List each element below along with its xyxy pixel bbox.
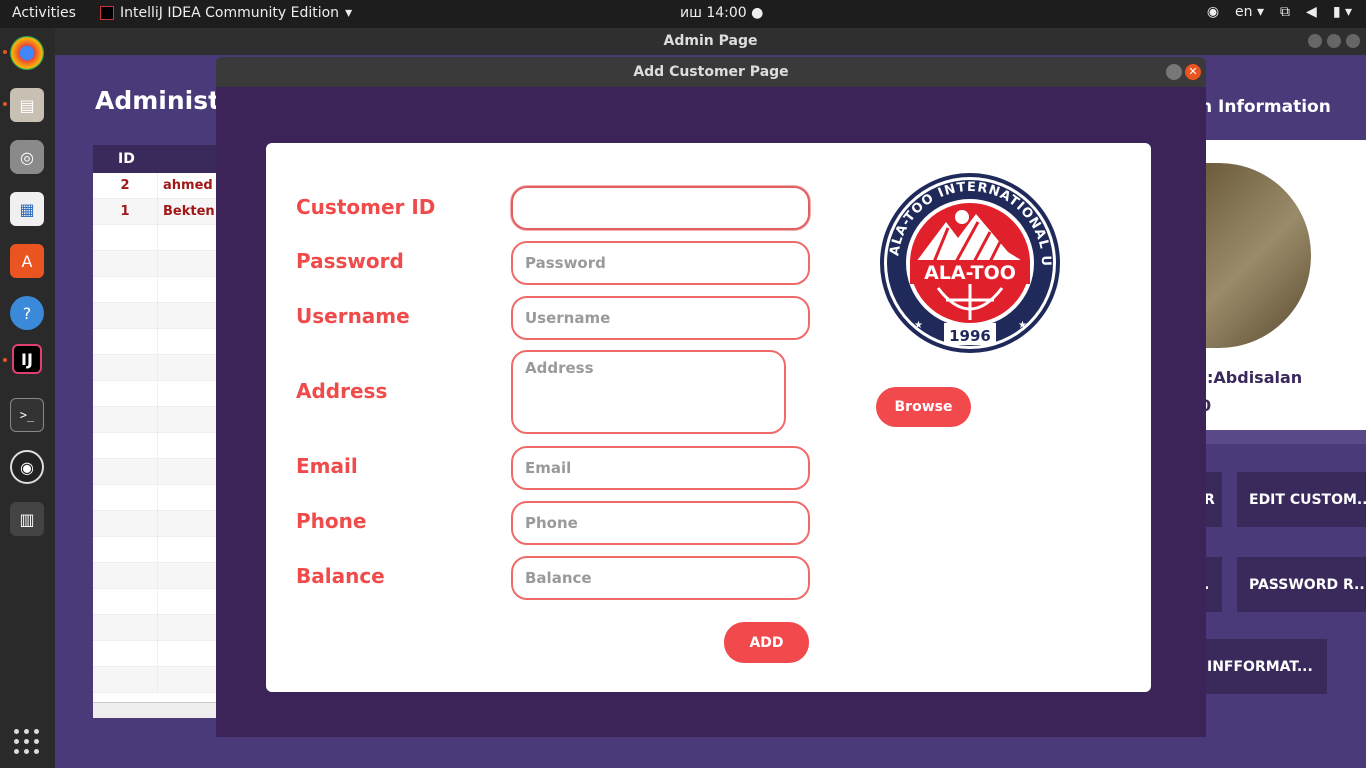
password-label: Password: [296, 249, 404, 273]
libreoffice-writer-icon[interactable]: ▦: [10, 192, 44, 226]
admin-information-title: n Information: [1200, 97, 1331, 117]
video-editor-icon[interactable]: ▥: [10, 502, 44, 536]
running-indicator: [3, 102, 7, 106]
table-row: [93, 303, 223, 329]
table-row: [93, 641, 223, 667]
maximize-icon[interactable]: [1327, 34, 1341, 48]
table-row: [93, 381, 223, 407]
table-row: [93, 563, 223, 589]
customers-table[interactable]: ID 2 ahmed 1 Bekten: [93, 145, 223, 718]
browse-button[interactable]: Browse: [876, 387, 971, 427]
username-label: Username: [296, 304, 410, 328]
table-row: [93, 225, 223, 251]
svg-text:1996: 1996: [949, 327, 991, 345]
edit-customer-button[interactable]: EDIT CUSTOM...: [1237, 472, 1366, 527]
admin-name: :Abdisalan: [1207, 368, 1303, 387]
cell-id: 2: [93, 173, 158, 198]
phone-label: Phone: [296, 509, 367, 533]
email-input[interactable]: Email: [511, 446, 810, 490]
table-row: [93, 459, 223, 485]
admin-heading: Administ: [95, 86, 221, 115]
chrome-icon[interactable]: [10, 36, 44, 70]
minimize-icon[interactable]: [1308, 34, 1322, 48]
university-logo: ALA-TOO INTERNATIONAL UNIVERSITY ALA-TOO…: [876, 170, 1062, 355]
help-icon[interactable]: ?: [10, 296, 44, 330]
intellij-small-icon: [100, 6, 114, 20]
admin-window-title: Admin Page: [663, 33, 758, 49]
obs-tray-icon[interactable]: ◉: [1207, 4, 1219, 20]
table-row: [93, 511, 223, 537]
activities-button[interactable]: Activities: [12, 5, 76, 21]
svg-text:★: ★: [914, 320, 923, 331]
balance-label: Balance: [296, 564, 385, 588]
cell-name: ahmed: [163, 178, 213, 193]
password-reset-button[interactable]: PASSWORD R...: [1237, 557, 1366, 612]
app-name: IntelliJ IDEA Community Edition: [120, 5, 340, 21]
dialog-title: Add Customer Page: [633, 64, 789, 80]
files-icon[interactable]: ▤: [10, 88, 44, 122]
table-header-id[interactable]: ID: [93, 145, 223, 173]
battery-icon[interactable]: ▮ ▾: [1333, 4, 1352, 20]
language-indicator[interactable]: en ▾: [1235, 4, 1264, 20]
customer-id-label: Customer ID: [296, 195, 436, 219]
table-row: [93, 615, 223, 641]
balance-input[interactable]: Balance: [511, 556, 810, 600]
dock: ▤ ◎ ▦ A ? IJ >_ ◉ ▥: [0, 28, 55, 768]
table-row: [93, 355, 223, 381]
clock[interactable]: иш 14:00 ●: [680, 5, 763, 21]
admin-window-titlebar: Admin Page: [55, 28, 1366, 55]
close-icon[interactable]: ✕: [1185, 64, 1201, 80]
table-row[interactable]: 2 ahmed: [93, 173, 223, 199]
address-label: Address: [296, 379, 388, 403]
email-label: Email: [296, 454, 358, 478]
rhythmbox-icon[interactable]: ◎: [10, 140, 44, 174]
app-menu[interactable]: IntelliJ IDEA Community Edition ▾: [100, 5, 352, 21]
table-row: [93, 407, 223, 433]
horizontal-scrollbar[interactable]: [93, 702, 223, 718]
table-row: [93, 537, 223, 563]
obs-icon[interactable]: ◉: [10, 450, 44, 484]
svg-text:★: ★: [1018, 320, 1027, 331]
table-row: [93, 277, 223, 303]
volume-icon[interactable]: ◀: [1306, 4, 1317, 20]
system-tray: ◉ en ▾ ⧉ ◀ ▮ ▾: [1207, 4, 1352, 20]
close-icon[interactable]: [1346, 34, 1360, 48]
running-indicator: [3, 50, 7, 54]
show-applications-icon[interactable]: [14, 729, 40, 755]
table-row: [93, 667, 223, 693]
network-icon[interactable]: ⧉: [1280, 4, 1290, 20]
address-textarea[interactable]: Address: [511, 350, 786, 434]
table-row: [93, 485, 223, 511]
terminal-icon[interactable]: >_: [10, 398, 44, 432]
running-indicator: [3, 358, 7, 362]
username-input[interactable]: Username: [511, 296, 810, 340]
software-center-icon[interactable]: A: [10, 244, 44, 278]
phone-input[interactable]: Phone: [511, 501, 810, 545]
table-row: [93, 251, 223, 277]
information-button[interactable]: INFFORMAT...: [1200, 639, 1327, 694]
table-row[interactable]: 1 Bekten: [93, 199, 223, 225]
dialog-titlebar: Add Customer Page ✕: [216, 57, 1206, 87]
intellij-icon[interactable]: IJ: [12, 344, 42, 374]
table-row: [93, 589, 223, 615]
chevron-down-icon: ▾: [345, 5, 353, 21]
minimize-icon[interactable]: [1166, 64, 1182, 80]
svg-text:ALA-TOO: ALA-TOO: [924, 262, 1016, 284]
password-input[interactable]: Password: [511, 241, 810, 285]
cell-name: Bekten: [163, 204, 215, 219]
table-row: [93, 433, 223, 459]
system-top-bar: Activities IntelliJ IDEA Community Editi…: [0, 0, 1366, 28]
add-button[interactable]: ADD: [724, 622, 809, 663]
table-row: [93, 329, 223, 355]
customer-id-input[interactable]: [511, 186, 810, 230]
cell-id: 1: [93, 199, 158, 224]
divider: [1200, 430, 1366, 444]
